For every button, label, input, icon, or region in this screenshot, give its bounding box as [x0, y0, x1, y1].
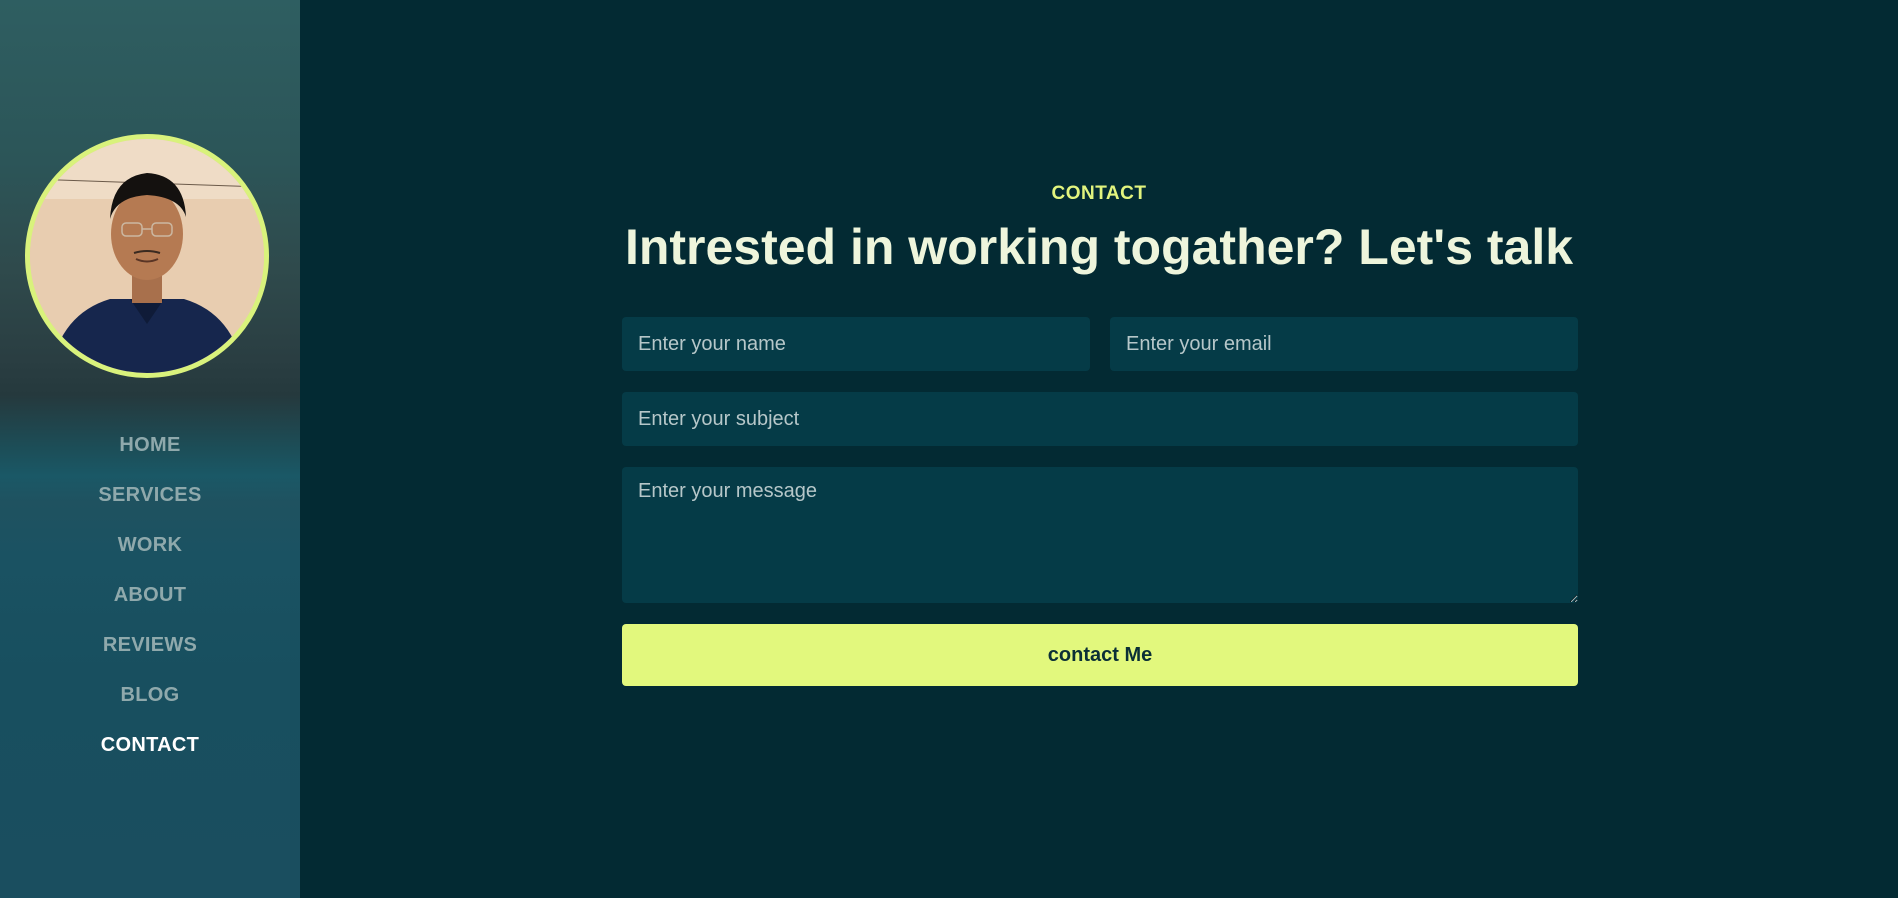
- nav-item-blog[interactable]: BLOG: [0, 670, 300, 720]
- email-input[interactable]: [1110, 317, 1578, 371]
- nav-item-contact[interactable]: CONTACT: [0, 720, 300, 770]
- profile-photo: [30, 139, 264, 373]
- nav-item-home[interactable]: HOME: [0, 420, 300, 470]
- nav-item-about[interactable]: ABOUT: [0, 570, 300, 620]
- contact-submit-button[interactable]: contact Me: [622, 624, 1578, 686]
- sidebar: HOME SERVICES WORK ABOUT REVIEWS BLOG CO…: [0, 0, 300, 898]
- message-textarea[interactable]: [622, 467, 1578, 603]
- sidebar-nav: HOME SERVICES WORK ABOUT REVIEWS BLOG CO…: [0, 420, 300, 770]
- name-input[interactable]: [622, 317, 1090, 371]
- nav-item-services[interactable]: SERVICES: [0, 470, 300, 520]
- nav-item-reviews[interactable]: REVIEWS: [0, 620, 300, 670]
- subject-input[interactable]: [622, 392, 1578, 446]
- nav-item-work[interactable]: WORK: [0, 520, 300, 570]
- contact-section: CONTACT Intrested in working togather? L…: [300, 0, 1898, 898]
- section-eyebrow: CONTACT: [1051, 183, 1147, 204]
- profile-avatar: [25, 134, 269, 378]
- section-heading: Intrested in working togather? Let's tal…: [624, 219, 1574, 275]
